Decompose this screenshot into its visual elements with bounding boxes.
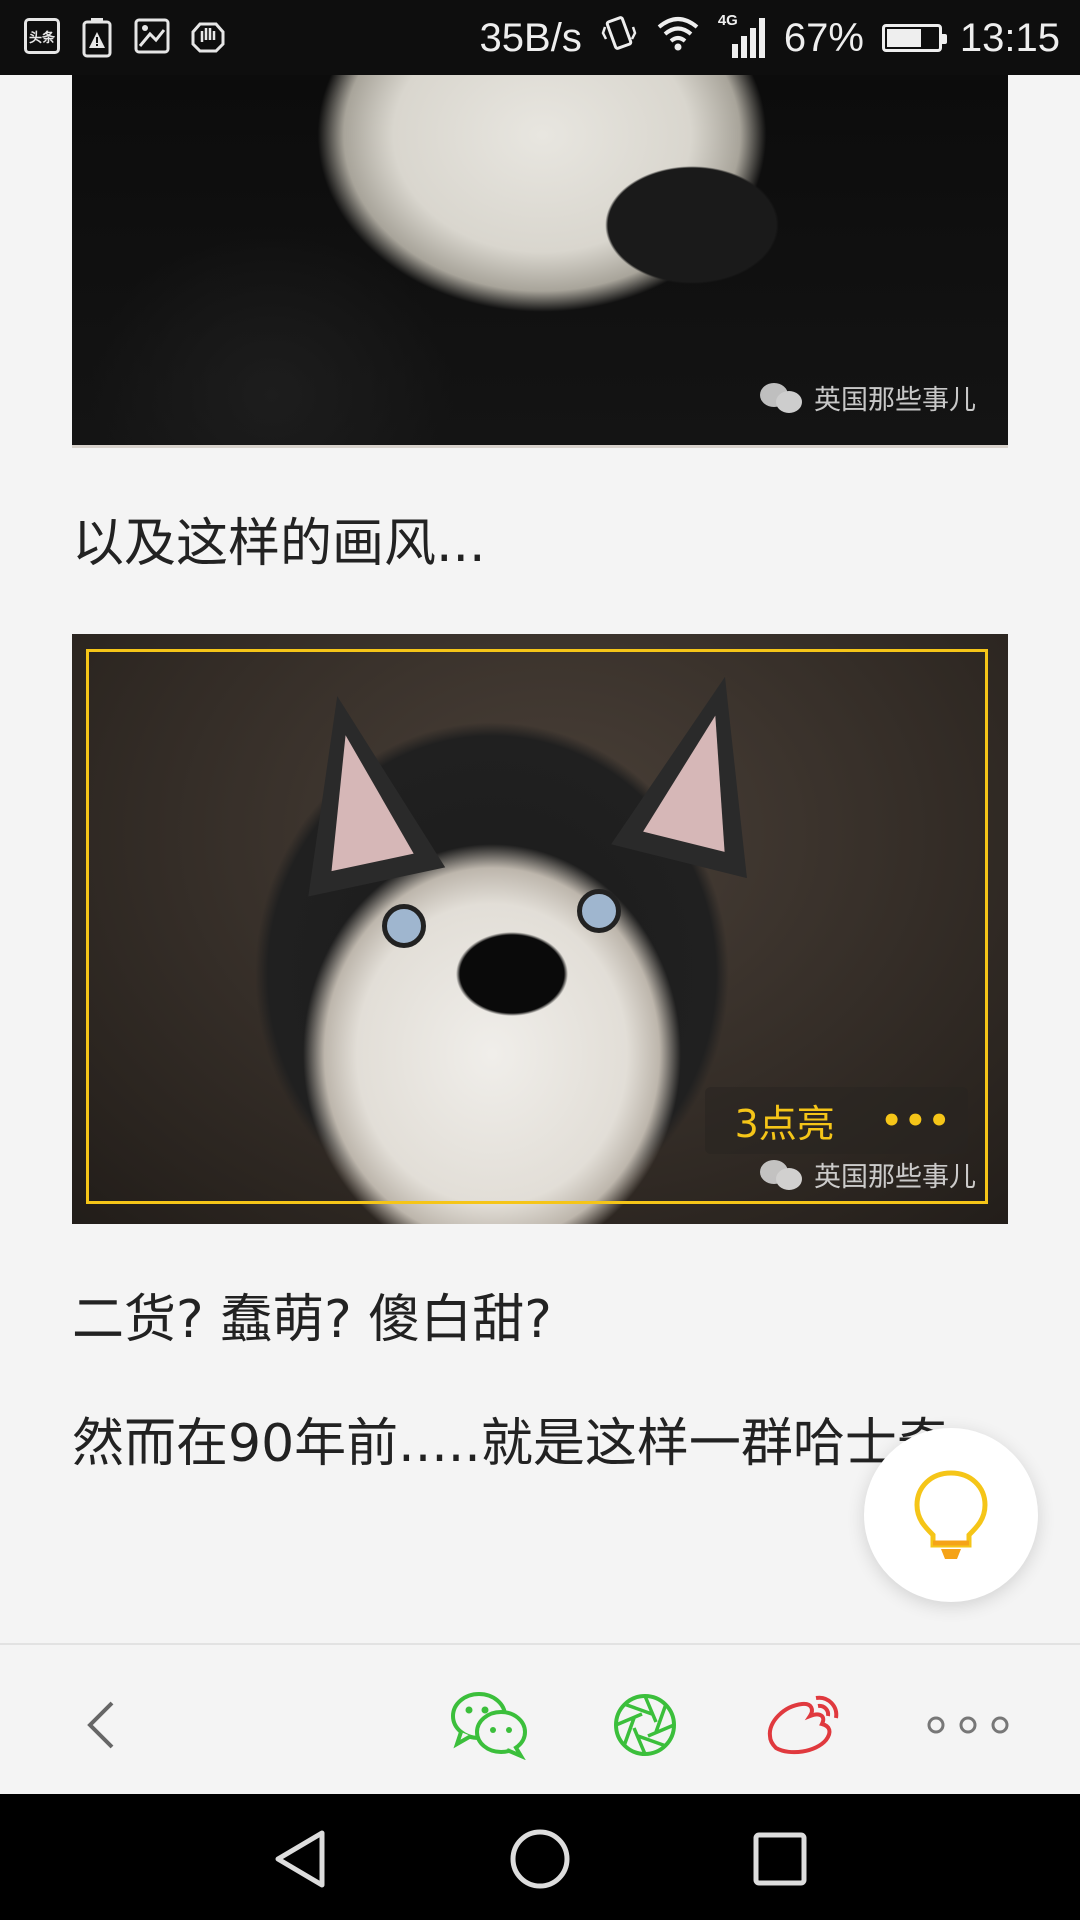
share-moments-button[interactable] (605, 1685, 685, 1765)
article-image-husky-face[interactable]: 3点亮 ••• 英国那些事儿 (72, 634, 1008, 1224)
net-speed: 35B/s (479, 15, 582, 60)
husky-eye-left (382, 904, 426, 948)
paragraph-text: 然而在90年前.....就是这样一群哈士奇... (72, 1414, 999, 1474)
share-weibo-button[interactable] (762, 1685, 842, 1765)
status-right: 35B/s 4G 67% 13:15 (480, 8, 1060, 68)
nav-back-button[interactable] (265, 1824, 335, 1894)
weibo-icon (767, 1695, 839, 1755)
nav-home-button[interactable] (505, 1824, 575, 1894)
chevron-left-icon (87, 1701, 114, 1749)
wechat-watermark-icon (760, 381, 804, 415)
recents-square-icon (753, 1832, 807, 1886)
moments-icon (614, 1694, 676, 1756)
watermark-text: 英国那些事儿 (814, 1162, 976, 1193)
article-body[interactable]: 英国那些事儿 以及这样的画风... 3点亮 ••• 英国那些事儿 二货? 蠢萌?… (72, 75, 1008, 1488)
toutiao-icon: 头条 (24, 18, 60, 54)
image-watermark: 英国那些事儿 (760, 378, 976, 417)
highlight-toolbar[interactable]: 3点亮 ••• (704, 1087, 968, 1154)
image-more-button[interactable]: ••• (881, 1101, 952, 1141)
back-triangle-icon (275, 1830, 325, 1888)
image-icon (134, 18, 170, 62)
wechat-icon (451, 1692, 527, 1760)
article-image-husky-closeup[interactable]: 英国那些事儿 (72, 75, 1008, 448)
highlight-count-button[interactable]: 3点亮 (735, 1093, 835, 1148)
nav-recents-button[interactable] (745, 1824, 815, 1894)
paragraph-text: 二货? 蠢萌? 傻白甜? (72, 1290, 552, 1350)
husky-ear-right (611, 659, 793, 879)
share-wechat-button[interactable] (448, 1685, 530, 1765)
clock: 13:15 (959, 15, 1060, 60)
wifi-icon (656, 15, 700, 61)
system-nav-bar (0, 1794, 1080, 1920)
lightbulb-button[interactable] (864, 1428, 1038, 1602)
husky-eye-right (577, 889, 621, 933)
battery-icon (881, 24, 947, 52)
toutiao-badge-text: 头条 (28, 30, 55, 46)
signal-icon: 4G (718, 12, 766, 60)
battery-fill (886, 29, 921, 47)
watermark-text: 英国那些事儿 (814, 385, 976, 416)
lightbulb-icon (914, 1470, 988, 1559)
more-options-button[interactable] (918, 1685, 1018, 1765)
image-watermark: 英国那些事儿 (760, 1155, 976, 1194)
battery-percent: 67% (783, 15, 864, 60)
article-action-bar (0, 1643, 1080, 1795)
husky-ear-left (268, 681, 446, 897)
battery-warning-icon (80, 18, 114, 62)
status-bar: 头条 35B/s 4G 67% 13:15 (0, 0, 1080, 75)
more-dots-icon (927, 1716, 1009, 1734)
vibrate-icon (600, 13, 638, 63)
hand-icon (190, 18, 226, 62)
status-left-icons: 头条 (24, 18, 226, 62)
back-button[interactable] (62, 1685, 142, 1765)
home-circle-icon (510, 1829, 570, 1889)
paragraph-text: 以及这样的画风... (72, 514, 486, 574)
wechat-watermark-icon (760, 1158, 804, 1192)
